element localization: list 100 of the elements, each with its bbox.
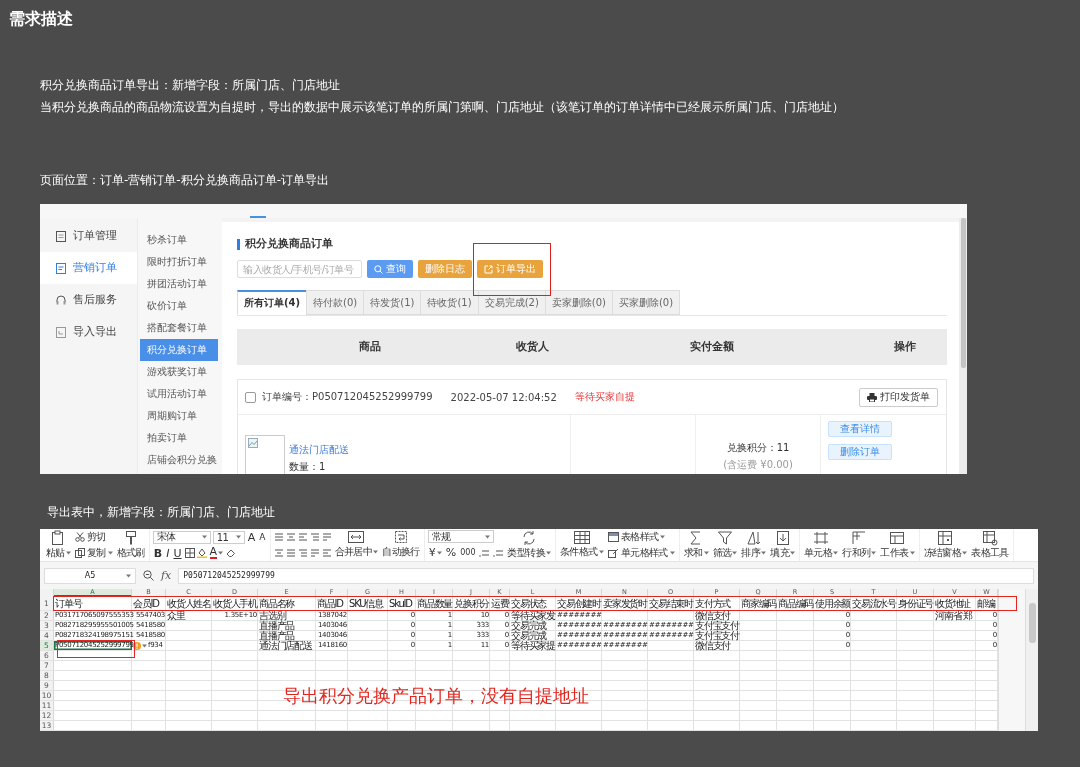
table-style-button[interactable]: 表格样式 (606, 530, 676, 544)
search-field[interactable]: 输入收货人/手机号/订单号 (237, 260, 362, 278)
format-painter-button[interactable]: 格式刷 (115, 529, 146, 561)
fill-button[interactable]: 填充 (769, 529, 796, 561)
nav-item[interactable]: 营销订单 (40, 252, 137, 284)
formula-field[interactable]: P050712045252999799 (178, 567, 1034, 584)
freeze-panes-icon (937, 530, 954, 546)
nav-item[interactable]: 订单管理 (40, 220, 137, 252)
copy-button[interactable]: 复制 (73, 546, 114, 560)
conditional-format-button[interactable]: 条件格式 (559, 529, 605, 561)
product-link[interactable]: 通法门店配送 (289, 443, 349, 457)
submenu-item[interactable]: 游戏获奖订单 (140, 361, 218, 383)
order-status: 等待买家自提 (574, 390, 635, 404)
cell-icon (813, 530, 830, 546)
caret-icon (789, 551, 795, 555)
cell-style-icon (607, 548, 619, 558)
number-format-select[interactable]: 常规 (427, 530, 494, 544)
column-header: 商品编码 (777, 597, 814, 610)
submenu-item[interactable]: 砍价订单 (140, 295, 218, 317)
grow-font-button[interactable]: A (246, 530, 257, 544)
column-header: SKU信息 (348, 597, 385, 610)
paste-button[interactable]: 粘贴 (45, 529, 72, 561)
nav-item[interactable]: 导入导出 (40, 316, 137, 348)
column-header: 商品 (358, 340, 381, 354)
tab[interactable]: 所有订单(4) (237, 290, 308, 315)
submenu-item[interactable]: 秒杀订单 (140, 229, 218, 251)
font-color-button[interactable]: A (208, 546, 225, 560)
name-box[interactable]: A5 (44, 567, 136, 584)
table-cell-text: 微信支付 (694, 641, 731, 650)
export-caption: 导出表中，新增字段：所属门店、门店地址 (47, 504, 275, 521)
requirement-title: 积分兑换商品订单导出：新增字段：所属门店、门店地址 (40, 77, 340, 94)
caret-icon (484, 534, 490, 539)
column-header: 商家编码 (740, 597, 777, 610)
cut-button[interactable]: 剪切 (73, 530, 114, 544)
sum-button[interactable]: 求和 (682, 529, 710, 561)
tab[interactable]: 买家删除(0) (611, 290, 681, 315)
currency-button[interactable]: ¥ (427, 545, 443, 560)
cell-style-button[interactable]: 单元格样式 (606, 546, 676, 560)
submenu-item[interactable]: 拼团活动订单 (140, 273, 218, 295)
align-icon (309, 548, 320, 558)
tab[interactable]: 待收货(1) (420, 290, 479, 315)
wrap-text-button[interactable]: 自动换行 (381, 529, 421, 561)
caret-icon (732, 551, 738, 555)
nav-item[interactable]: 售后服务 (40, 284, 137, 316)
column-header: 会员ID (132, 597, 161, 610)
column-header: 商品数量 (416, 597, 453, 610)
bold-button[interactable]: B (152, 546, 164, 560)
worksheet-button[interactable]: 工作表 (879, 529, 916, 561)
order-number: 订单编号：P050712045252999799 (262, 390, 433, 404)
column-header: 收货地址 (934, 597, 972, 610)
column-header: SkuID (388, 597, 414, 610)
filter-icon (716, 530, 733, 546)
panel-title: 积分兑换商品订单 (245, 237, 333, 251)
scrollbar-thumb[interactable] (960, 218, 966, 368)
table-cell: 支付宝支付 (694, 631, 740, 640)
rows-columns-button[interactable]: 行和列 (841, 529, 878, 561)
checkbox[interactable] (245, 391, 256, 403)
filter-button[interactable]: 筛选 (711, 529, 739, 561)
table-tools-button[interactable]: 表格工具 (970, 529, 1010, 561)
column-header: 兑换积分 (453, 597, 490, 610)
convert-icon (521, 530, 538, 546)
caret-icon (703, 551, 709, 555)
submenu-item[interactable]: 周期购订单 (140, 405, 218, 427)
italic-button[interactable]: I (165, 546, 171, 560)
align-icon (273, 548, 284, 558)
worksheet-icon (889, 530, 906, 546)
thousands-button[interactable]: 000 (459, 545, 477, 560)
font-select[interactable]: 宋体 (152, 530, 211, 544)
tab[interactable]: 交易完成(2) (477, 290, 546, 315)
vertical-scrollbar[interactable] (1025, 589, 1038, 731)
caret-icon (598, 550, 604, 554)
submenu-item[interactable]: 限时打折订单 (140, 251, 218, 273)
font-size-select[interactable]: 11 (212, 530, 245, 544)
column-header: 交易结束时 (648, 597, 694, 610)
print-button[interactable]: 打印发货单 (859, 387, 938, 407)
merge-center-button[interactable]: 合并居中 (333, 529, 380, 561)
column-header: 实付金额 (690, 340, 734, 354)
table-cell: 支付宝支付 (694, 621, 740, 630)
submenu-item[interactable]: 店铺会积分兑换 (140, 449, 218, 471)
table-tools-icon (982, 530, 998, 546)
tab[interactable]: 待付款(0) (306, 290, 365, 315)
percent-button[interactable]: % (444, 545, 458, 560)
submenu-item[interactable]: 试用活动订单 (140, 383, 218, 405)
requirement-description: 当积分兑换商品的商品物流设置为自提时，导出的数据中展示该笔订单的所属门第啊、门店地址（该笔订单的订单详情中已经展示所属门店、门店地址） (40, 99, 844, 116)
type-convert-button[interactable]: 类型转换 (506, 529, 553, 561)
submenu-item[interactable]: 拍卖订单 (140, 427, 218, 449)
underline-button[interactable]: U (172, 546, 183, 560)
freeze-panes-button[interactable]: 冻结窗格 (922, 529, 969, 561)
fill-down-icon (774, 530, 791, 546)
conditional-format-icon (572, 530, 591, 545)
cell-button[interactable]: 单元格 (802, 529, 840, 561)
column-header: 交易状态 (510, 597, 548, 610)
quantity-text: 数量：1 (289, 460, 327, 474)
shrink-font-button[interactable]: A (258, 530, 267, 544)
submenu-item[interactable]: 搭配套餐订单 (140, 317, 218, 339)
tab[interactable]: 卖家删除(0) (544, 290, 613, 315)
sort-button[interactable]: 排序 (740, 529, 768, 561)
table-cell-text: 直播产品 (258, 621, 296, 630)
align-icon (321, 532, 332, 542)
tab[interactable]: 待发货(1) (363, 290, 422, 315)
